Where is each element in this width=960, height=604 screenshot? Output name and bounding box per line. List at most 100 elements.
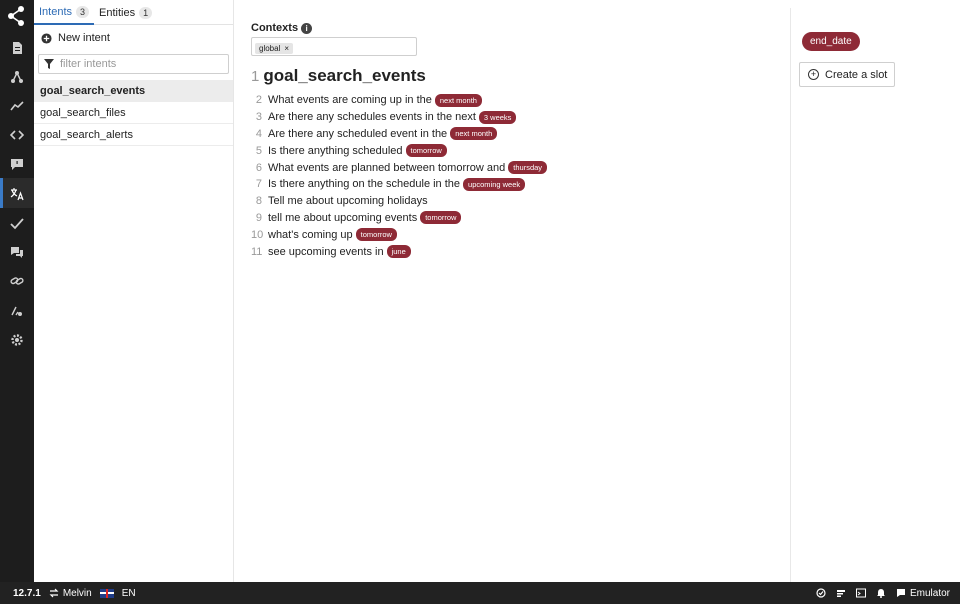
tab-entities-label: Entities [99,6,136,19]
utterance-list: 2 What events are coming up in the next mo… [251,92,548,260]
filter-box [38,54,229,74]
utterance-text: What events are coming up in the [268,94,432,107]
bot-name: Melvin [62,587,92,599]
intent-item-goal-search-files[interactable]: goal_search_files [34,102,233,124]
slot-tag[interactable]: tomorrow [355,228,397,242]
language-label[interactable]: EN [122,588,136,599]
utterance-text: Is there anything on the schedule in the [268,178,461,191]
create-slot-button[interactable]: + Create a slot [799,62,895,87]
document-icon[interactable] [9,40,25,56]
filter-intents-input[interactable] [60,58,210,70]
line-number: 6 [255,161,262,174]
new-intent-button[interactable]: New intent [34,25,233,51]
utterance-line[interactable]: 3 Are there any schedules events in the n… [251,109,547,126]
flow-icon[interactable] [9,69,25,85]
utterance-text: Are there any scheduled event in the [268,127,448,140]
utterance-line[interactable]: 2 What events are coming up in the next mo… [251,92,547,109]
line-number: 7 [255,178,262,191]
intent-item-goal-search-events[interactable]: goal_search_events [34,80,233,102]
botpress-logo-icon[interactable] [7,5,27,27]
utterance-line[interactable]: 9 tell me about upcoming events tomorrow [251,210,547,227]
utterance-text: Tell me about upcoming holidays [268,195,428,208]
emulator-chat-icon [896,589,905,597]
line-number: 10 [251,228,264,241]
context-chip-label: global [259,44,281,53]
utterance-line[interactable]: 7 Is there anything on the schedule in th… [251,176,547,193]
slot-tag[interactable]: june [386,245,411,259]
check-circle-icon[interactable] [816,588,826,598]
analytics-icon[interactable] [9,98,25,114]
new-intent-icon [41,32,52,44]
utterance-text: see upcoming events in [268,245,384,258]
line-number: 4 [255,127,262,140]
line-number: 9 [255,211,262,224]
sidebar-rail [0,0,34,582]
tab-intents-label: Intents [39,5,73,18]
utterance-text: Is there anything scheduled [268,144,403,157]
slot-tag[interactable]: upcoming week [463,177,526,191]
slot-pill-end-date[interactable]: end_date [802,32,860,51]
utterance-text: Are there any schedules events in the ne… [268,111,476,124]
tab-entities-count: 1 [139,6,153,19]
slots-panel: end_date + Create a slot [790,8,960,582]
utterance-line[interactable]: 4 Are there any scheduled event in the nex… [251,126,547,143]
plus-circle-icon: + [808,69,819,80]
utterance-text: what's coming up [268,228,353,241]
intents-panel: Intents 3 Entities 1 New intent goal_sea… [34,0,234,582]
bell-icon[interactable] [876,588,886,598]
docs-icon[interactable] [836,588,846,598]
line-number: 1 [251,68,260,85]
tab-intents-count: 3 [76,5,90,18]
code-icon[interactable] [9,127,25,143]
misunderstood-icon[interactable] [9,303,25,319]
utterance-line[interactable]: 10 what's coming up tomorrow [251,226,547,243]
chat-icon[interactable] [9,244,25,260]
switch-icon [49,588,59,598]
utterance-line[interactable]: 11 see upcoming events in june [251,243,547,260]
intent-item-goal-search-alerts[interactable]: goal_search_alerts [34,124,233,146]
slot-tag[interactable]: next month [434,93,482,107]
context-chip: global × [255,43,294,54]
info-icon[interactable]: i [301,22,313,34]
intent-title: goal_search_events [263,66,426,85]
create-slot-label: Create a slot [825,68,888,81]
emulator-label: Emulator [909,587,950,599]
contexts-label: Contexts [251,22,299,34]
line-number: 8 [255,195,262,208]
filter-icon [44,59,54,69]
tab-intents[interactable]: Intents 3 [34,0,95,25]
line-number: 3 [255,111,262,124]
qna-icon[interactable] [9,156,25,172]
utterance-text: What events are planned between tomorrow… [268,161,506,174]
nlu-translate-icon[interactable] [9,186,25,202]
utterance-line[interactable]: 8 Tell me about upcoming holidays [251,193,547,210]
new-intent-label: New intent [58,32,110,44]
emulator-button[interactable]: Emulator [896,588,950,599]
link-icon[interactable] [9,273,25,289]
panel-tabs: Intents 3 Entities 1 [34,0,233,25]
context-remove-icon[interactable]: × [284,44,289,53]
slot-tag[interactable]: next month [450,127,498,141]
slot-tag[interactable]: tomorrow [420,211,462,225]
utterance-line[interactable]: 5 Is there anything scheduled tomorrow [251,142,547,159]
slot-tag[interactable]: 3 weeks [478,110,517,124]
line-number: 5 [255,144,262,157]
intent-editor: Contexts i global × 1 goal_search_events… [251,0,789,582]
tab-entities[interactable]: Entities 1 [94,0,157,25]
slot-tag[interactable]: thursday [508,161,548,175]
line-number: 11 [251,245,263,258]
testing-check-icon[interactable] [9,215,25,231]
utterance-text: tell me about upcoming events [268,211,418,224]
slot-tag[interactable]: tomorrow [405,144,447,158]
version-label: 12.7.1 [13,587,41,599]
gear-icon[interactable] [9,332,25,348]
uk-flag-icon[interactable] [99,588,114,598]
bot-switcher[interactable]: Melvin [49,588,92,599]
line-number: 2 [255,94,262,107]
contexts-heading: Contexts i [251,22,313,34]
contexts-input[interactable]: global × [251,37,417,56]
utterance-line[interactable]: 6 What events are planned between tomorro… [251,159,548,176]
terminal-icon[interactable] [855,588,866,598]
status-bar: 12.7.1 Melvin EN Emulator [0,582,960,604]
intent-title-line[interactable]: 1 goal_search_events [251,66,426,86]
